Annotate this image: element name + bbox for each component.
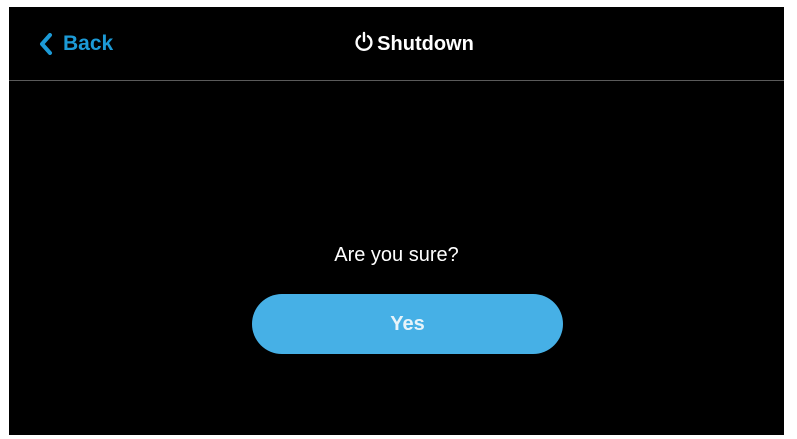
confirm-prompt: Are you sure? (334, 244, 459, 266)
yes-button[interactable]: Yes (252, 294, 563, 354)
power-icon (353, 31, 375, 58)
header-bar: Back Shutdown (9, 7, 784, 81)
shutdown-screen: Back Shutdown Are you sure? Yes (9, 7, 784, 435)
yes-button-label: Yes (390, 312, 425, 335)
page-title: Shutdown (9, 29, 784, 59)
page-title-text: Shutdown (377, 32, 474, 55)
